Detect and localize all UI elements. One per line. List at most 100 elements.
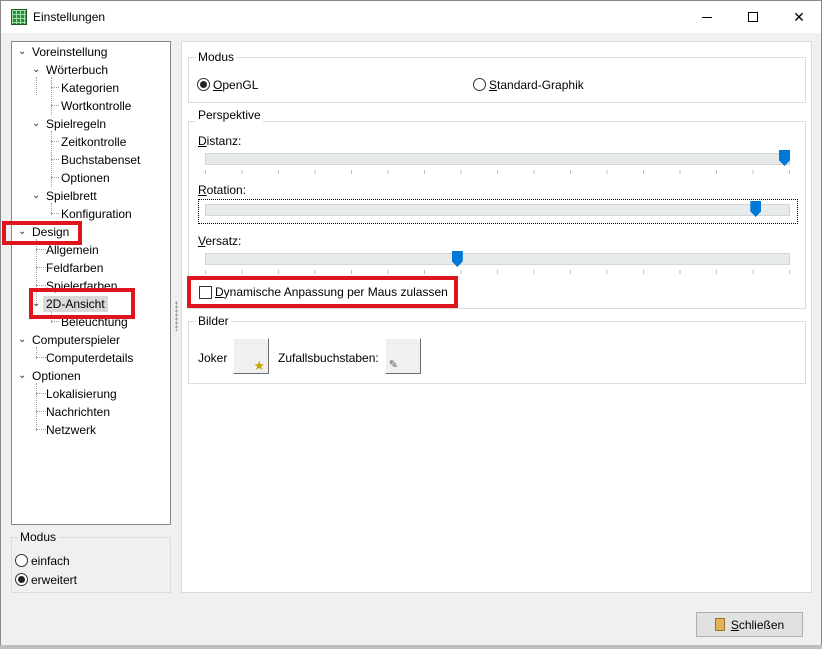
chevron-down-icon[interactable]: ⌄	[18, 43, 28, 61]
tree-item-label: Zeitkontrolle	[61, 135, 127, 149]
opengl-mnemonic: O	[213, 78, 223, 92]
rotation-mnemonic: R	[198, 183, 207, 197]
random-letters-image-button[interactable]: ✎	[385, 338, 421, 374]
distanz-mnemonic: D	[198, 134, 207, 148]
tree-item-optionen[interactable]: ⌄ Optionen	[18, 367, 81, 385]
standard-graphik-radio[interactable]	[473, 78, 486, 91]
opengl-radio[interactable]	[197, 78, 210, 91]
tree-item-label: Netzwerk	[46, 423, 97, 437]
door-icon	[714, 618, 725, 631]
versatz-slider-track[interactable]	[205, 253, 790, 265]
tree-item-optionen-spielregeln[interactable]: Optionen	[61, 169, 110, 187]
tree-item-computerdetails[interactable]: Computerdetails	[46, 349, 133, 367]
rotation-slider-track[interactable]	[205, 204, 790, 216]
tree-item-label: Buchstabenset	[61, 153, 141, 167]
tree-item-zeitkontrolle[interactable]: Zeitkontrolle	[61, 133, 126, 151]
close-dialog-button[interactable]: Schließen	[696, 612, 803, 637]
tree-item-label: Spielregeln	[46, 117, 107, 131]
opengl-label-rest: penGL	[222, 78, 259, 92]
mode-erweitert-radio[interactable]	[15, 573, 28, 586]
tree-connector	[36, 429, 46, 430]
tree-item-label: Spielbrett	[46, 189, 97, 203]
tree-item-label: Optionen	[61, 171, 110, 185]
random-letters-label: Zufallsbuchstaben:	[278, 351, 379, 365]
tree-item-netzwerk[interactable]: Netzwerk	[46, 421, 96, 439]
tree-item-computerspieler[interactable]: ⌄ Computerspieler	[18, 331, 121, 349]
chevron-down-icon[interactable]: ⌄	[32, 61, 42, 79]
versatz-slider-ticks	[205, 270, 790, 274]
tree-item-label: Wortkontrolle	[61, 99, 132, 113]
tree-item-label: Kategorien	[61, 81, 120, 95]
star-icon: ★	[253, 358, 265, 373]
close-label-rest: chließen	[738, 617, 785, 632]
tree-item-woerterbuch[interactable]: ⌄ Wörterbuch	[32, 61, 109, 79]
distanz-slider-ticks	[205, 170, 790, 174]
distanz-label: Distanz:	[198, 134, 241, 148]
background-strip-bottom	[0, 645, 822, 649]
minimize-button[interactable]	[684, 1, 730, 33]
maximize-icon	[748, 12, 758, 22]
opengl-label[interactable]: OpenGL	[213, 78, 258, 92]
tree-item-label: Voreinstellung	[32, 45, 108, 59]
chevron-down-icon[interactable]: ⌄	[32, 187, 42, 205]
tree-item-voreinstellung[interactable]: ⌄ Voreinstellung	[18, 43, 108, 61]
close-icon: ✕	[793, 8, 805, 25]
tree-item-label: Computerspieler	[32, 333, 121, 347]
joker-image-button[interactable]: ★	[233, 338, 269, 374]
close-window-button[interactable]: ✕	[776, 1, 822, 33]
tree-item-spielbrett[interactable]: ⌄ Spielbrett	[32, 187, 97, 205]
settings-tree[interactable]: ⌄ Voreinstellung ⌄ Wörterbuch Kategorien…	[11, 41, 171, 525]
tree-item-nachrichten[interactable]: Nachrichten	[46, 403, 110, 421]
distanz-label-rest: istanz:	[206, 134, 242, 148]
tree-item-wortkontrolle[interactable]: Wortkontrolle	[61, 97, 131, 115]
chevron-down-icon[interactable]: ⌄	[18, 331, 28, 349]
standard-label-rest: tandard-Graphik	[497, 78, 584, 92]
tree-connector	[36, 383, 37, 431]
tree-item-kategorien[interactable]: Kategorien	[61, 79, 119, 97]
tree-item-feldfarben[interactable]: Feldfarben	[46, 259, 103, 277]
tree-item-label: Optionen	[32, 369, 81, 383]
tree-connector	[51, 105, 59, 106]
tree-item-buchstabenset[interactable]: Buchstabenset	[61, 151, 140, 169]
versatz-label: Versatz:	[198, 234, 241, 248]
tree-item-label: Konfiguration	[61, 207, 132, 221]
mode-einfach-label[interactable]: einfach	[31, 554, 70, 568]
tree-connector	[36, 77, 37, 95]
tree-item-label: Lokalisierung	[46, 387, 117, 401]
mode-einfach-radio[interactable]	[15, 554, 28, 567]
tree-connector	[36, 249, 46, 250]
chevron-down-icon[interactable]: ⌄	[18, 367, 28, 385]
tree-connector	[51, 87, 59, 88]
highlight-dynamic-adjust	[187, 276, 458, 308]
panel-splitter[interactable]	[175, 301, 178, 331]
titlebar: Einstellungen ✕	[1, 1, 821, 33]
tree-connector	[51, 159, 59, 160]
maximize-button[interactable]	[730, 1, 776, 33]
tree-item-label: Wörterbuch	[46, 63, 109, 77]
tree-item-lokalisierung[interactable]: Lokalisierung	[46, 385, 117, 403]
window-title: Einstellungen	[33, 10, 106, 24]
standard-graphik-label[interactable]: Standard-Graphik	[489, 78, 584, 92]
tree-connector	[36, 357, 46, 358]
perspective-group-title: Perspektive	[196, 108, 263, 122]
settings-content-panel: Modus OpenGL Standard-Graphik Perspektiv…	[181, 41, 812, 593]
tree-connector	[51, 141, 59, 142]
versatz-label-rest: ersatz:	[205, 234, 242, 248]
tree-item-spielregeln[interactable]: ⌄ Spielregeln	[32, 115, 107, 133]
joker-label: Joker	[198, 351, 228, 365]
tree-connector	[51, 77, 52, 115]
tree-connector	[36, 411, 46, 412]
distanz-slider-track[interactable]	[205, 153, 790, 165]
images-group-title: Bilder	[196, 314, 231, 328]
tree-item-label: Nachrichten	[46, 405, 111, 419]
minimize-icon	[702, 17, 712, 18]
tree-connector	[36, 393, 46, 394]
tree-connector	[36, 285, 46, 286]
standard-mnemonic: S	[489, 78, 498, 92]
tree-item-label: Feldfarben	[46, 261, 104, 275]
chevron-down-icon[interactable]: ⌄	[32, 115, 42, 133]
settings-window: Einstellungen ✕ ⌄ Voreinstellung ⌄ Wörte…	[0, 0, 822, 646]
close-mnemonic: S	[730, 617, 739, 632]
tree-connector	[51, 321, 59, 322]
mode-erweitert-label[interactable]: erweitert	[31, 573, 77, 587]
